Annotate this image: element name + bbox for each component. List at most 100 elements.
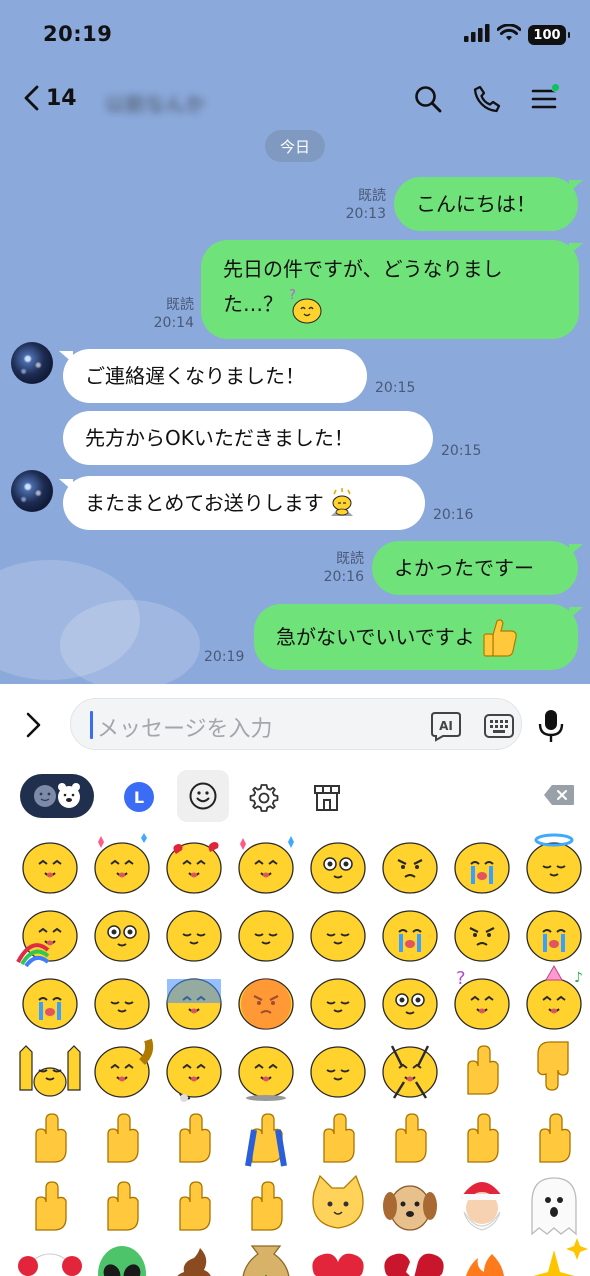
pointing-right-emoji-icon[interactable]	[446, 1100, 518, 1172]
sparkles-emoji-icon[interactable]	[518, 1236, 590, 1276]
emoji-set-tab[interactable]	[20, 774, 94, 818]
party-music-emoji-icon[interactable]: ♪	[518, 964, 590, 1036]
shocked-emoji-icon[interactable]	[374, 964, 446, 1036]
message-text-line: た…？	[223, 292, 283, 316]
back-button[interactable]: 14	[22, 84, 77, 112]
big-eyes-emoji-icon[interactable]	[86, 896, 158, 968]
voice-input-button[interactable]	[536, 708, 566, 748]
ai-button[interactable]: AI	[429, 709, 463, 743]
bubble-tail	[569, 180, 583, 192]
hands-up-emoji-icon[interactable]	[14, 1032, 86, 1104]
menu-button[interactable]	[527, 82, 561, 116]
flexing-blob-emoji-icon[interactable]	[86, 1032, 158, 1104]
finger-heart-emoji-icon[interactable]	[230, 1168, 302, 1240]
bubble-tail	[569, 544, 583, 556]
dashing-emoji-icon[interactable]	[230, 1032, 302, 1104]
grateful-sparkle-emoji-icon[interactable]	[86, 828, 158, 900]
rainbow-emoji-icon[interactable]	[14, 896, 86, 968]
red-heart-emoji-icon[interactable]	[302, 1236, 374, 1276]
angry-red-emoji-icon[interactable]	[230, 964, 302, 1036]
poop-emoji-icon[interactable]	[158, 1236, 230, 1276]
thumbs-up-hand-emoji-icon[interactable]	[446, 1032, 518, 1104]
sender-avatar[interactable]	[11, 342, 53, 384]
sender-avatar[interactable]	[11, 470, 53, 512]
thinking-emoji-icon[interactable]	[374, 828, 446, 900]
status-bar: 20:19 100	[0, 0, 590, 70]
lying-down-emoji-icon[interactable]	[302, 1032, 374, 1104]
shop-tab[interactable]	[307, 778, 347, 818]
message-bubble-outgoing[interactable]: 先日の件ですが、どうなりまし た…？ ?	[201, 240, 579, 339]
ok-hand-emoji-icon[interactable]	[86, 1168, 158, 1240]
emoji-tab[interactable]	[177, 770, 229, 822]
settings-tab[interactable]	[244, 778, 284, 818]
thumbs-up-emoji-icon[interactable]	[14, 828, 86, 900]
waving-hand-emoji-icon[interactable]	[158, 1100, 230, 1172]
melted-emoji-icon[interactable]	[302, 896, 374, 968]
arms-up-emoji-icon[interactable]	[374, 1032, 446, 1104]
message-time: 20:16	[323, 569, 364, 585]
money-bag-emoji-icon[interactable]: $	[230, 1236, 302, 1276]
rainbow-glyph	[16, 910, 78, 968]
crossed-fingers-glyph	[35, 1113, 67, 1163]
sparkle-sunglasses-emoji-icon[interactable]	[302, 828, 374, 900]
shocked-glyph	[382, 978, 438, 1030]
fist-emoji-icon[interactable]	[158, 1168, 230, 1240]
read-receipt: 既読	[336, 551, 364, 567]
cat-face-emoji-icon[interactable]	[302, 1168, 374, 1240]
expand-button[interactable]	[22, 710, 44, 744]
heart-eyes-emoji-icon[interactable]	[158, 828, 230, 900]
alien-emoji-icon[interactable]	[86, 1236, 158, 1276]
message-time: 20:15	[441, 443, 482, 459]
smirk-emoji-icon[interactable]	[446, 896, 518, 968]
question-emoji-icon[interactable]: ?	[446, 964, 518, 1036]
crossed-fingers-emoji-icon[interactable]	[14, 1100, 86, 1172]
message-bubble-outgoing[interactable]: 急がないでいいですよ	[254, 604, 578, 670]
call-button[interactable]	[470, 82, 504, 116]
ghost-emoji-icon[interactable]	[518, 1168, 590, 1240]
heart-hands-emoji-icon[interactable]	[374, 1100, 446, 1172]
rock-on-emoji-icon[interactable]	[14, 1168, 86, 1240]
message-time: 20:13	[345, 206, 386, 222]
sobbing-emoji-icon[interactable]	[14, 964, 86, 1036]
worried-sweat-emoji-icon[interactable]	[374, 896, 446, 968]
message-bubble-outgoing[interactable]: よかったですー	[372, 541, 578, 595]
angel-emoji-icon[interactable]	[518, 828, 590, 900]
keyboard-toggle-button[interactable]	[483, 710, 515, 742]
excited-sparkle-emoji-icon[interactable]	[230, 828, 302, 900]
message-input[interactable]: メッセージを入力 AI	[70, 698, 522, 750]
recent-tab[interactable]: L	[120, 778, 158, 816]
heart-eyes-glyph	[166, 842, 222, 894]
gear-icon	[249, 784, 279, 812]
backspace-button[interactable]	[543, 784, 575, 806]
melting-emoji-icon[interactable]	[230, 896, 302, 968]
shy-emoji-icon[interactable]	[158, 896, 230, 968]
victory-hand-emoji-icon[interactable]	[86, 1100, 158, 1172]
crying-emoji-icon[interactable]	[446, 828, 518, 900]
santa-emoji-icon[interactable]	[446, 1168, 518, 1240]
search-icon	[415, 86, 442, 113]
thumbs-down-hand-emoji-icon[interactable]	[518, 1032, 590, 1104]
broken-heart-emoji-icon[interactable]	[374, 1236, 446, 1276]
shy-glyph	[166, 910, 222, 962]
message-bubble-incoming[interactable]: またまとめてお送りします	[63, 476, 425, 530]
folded-hands-emoji-icon[interactable]	[230, 1100, 302, 1172]
peeking-emoji-icon[interactable]	[302, 964, 374, 1036]
chat-header: 14 以前なんか	[0, 78, 590, 122]
flexed-biceps-emoji-icon[interactable]	[302, 1100, 374, 1172]
fire-emoji-icon[interactable]	[446, 1236, 518, 1276]
ok-hand-glyph	[107, 1181, 139, 1231]
sleepy-flat-emoji-icon[interactable]	[86, 964, 158, 1036]
chat-title: 以前なんか	[105, 92, 205, 116]
cold-blue-emoji-icon[interactable]	[158, 964, 230, 1036]
running-emoji-icon[interactable]	[158, 1032, 230, 1104]
dog-face-emoji-icon[interactable]	[374, 1168, 446, 1240]
question-glyph: ?	[454, 968, 510, 1030]
message-bubble-outgoing[interactable]: こんにちは！	[394, 177, 578, 231]
clown-emoji-icon[interactable]	[14, 1236, 86, 1276]
party-music-glyph: ♪	[526, 964, 583, 1030]
pointing-left-emoji-icon[interactable]	[518, 1100, 590, 1172]
search-button[interactable]	[411, 82, 445, 116]
message-bubble-incoming[interactable]: ご連絡遅くなりました！	[63, 349, 367, 403]
message-bubble-incoming[interactable]: 先方からOKいただきました！	[63, 411, 433, 465]
crying-sweat-emoji-icon[interactable]	[518, 896, 590, 968]
